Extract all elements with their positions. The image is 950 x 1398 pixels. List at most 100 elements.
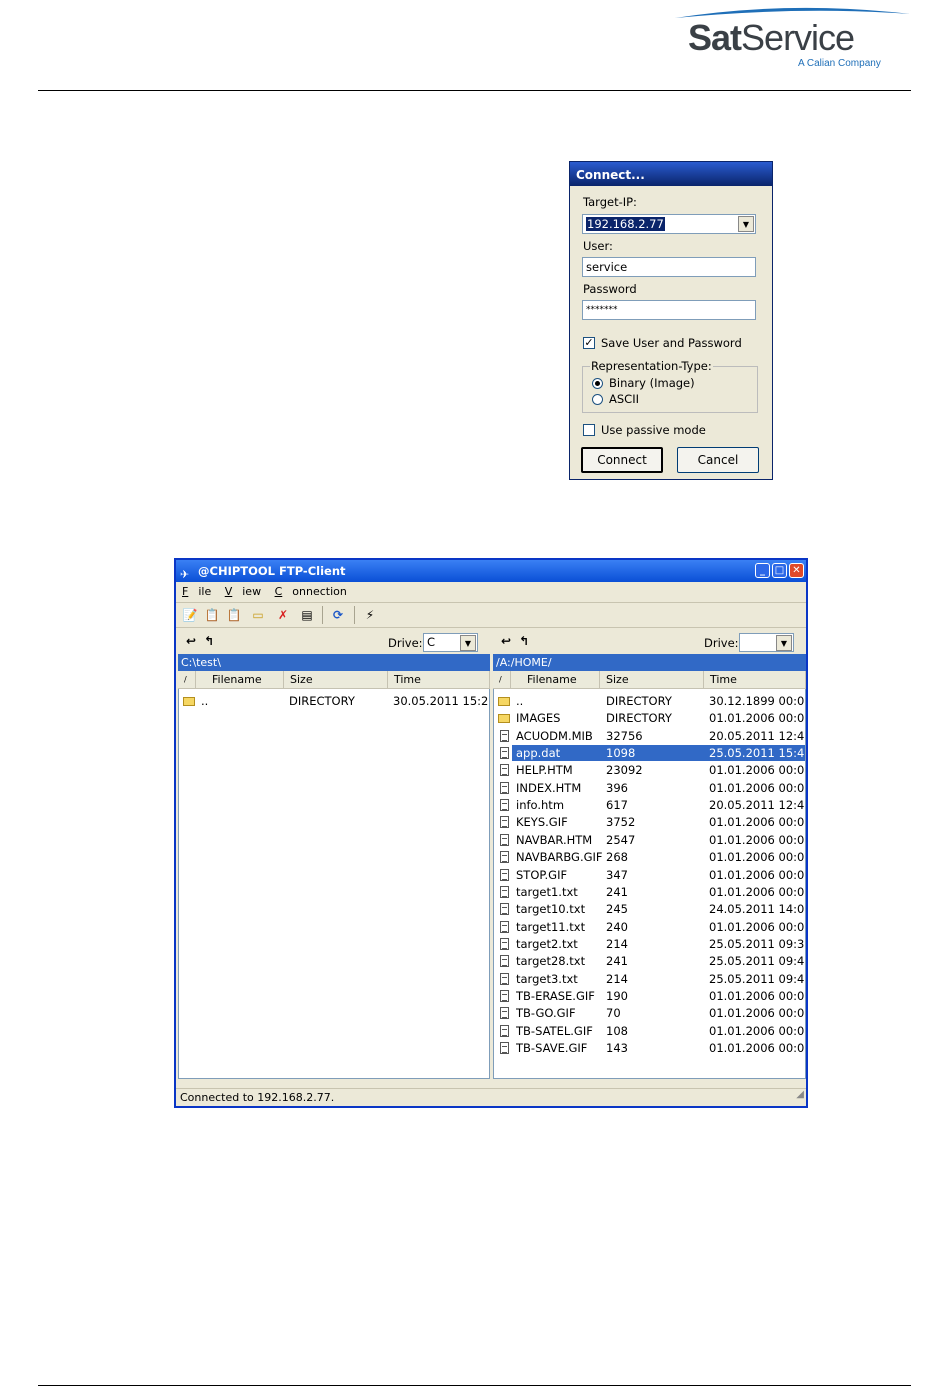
remote-pane: ↩ ↰ Drive: ▼ /A:/HOME/ / Filename Size T… [493,630,806,1088]
file-row[interactable]: HELP.HTM 23092 01.01.2006 00:0... [494,762,805,778]
file-time: 01.01.2006 00:0... [709,815,806,830]
sort-indicator[interactable]: / [178,671,196,688]
file-row[interactable]: app.dat 1098 25.05.2011 15:4... [494,745,805,762]
file-time: 01.01.2006 00:0... [709,919,806,934]
file-icon [500,989,509,1002]
new-file-icon[interactable]: 📝 [182,607,198,623]
file-row[interactable]: ACUODM.MIB 32756 20.05.2011 12:4... [494,728,805,744]
file-icon [500,1024,509,1037]
password-input[interactable]: ******* [582,300,756,320]
passive-mode-checkbox[interactable] [583,424,595,436]
chevron-down-icon[interactable]: ▼ [460,635,476,651]
local-file-list[interactable]: .. DIRECTORY 30.05.2011 15:2... [178,689,490,1079]
file-name: target2.txt [516,936,578,951]
file-row[interactable]: target1.txt 241 01.01.2006 00:0... [494,884,805,900]
disconnect-icon[interactable]: ⚡ [362,607,378,623]
file-size: 245 [606,902,628,917]
save-credentials-checkbox[interactable]: ✓ [583,337,595,349]
menu-file[interactable]: File [182,585,211,598]
close-icon[interactable]: ✕ [789,563,804,578]
target-ip-combobox[interactable]: 192.168.2.77 ▼ [582,214,756,234]
file-row[interactable]: target11.txt 240 01.01.2006 00:0... [494,919,805,935]
back-icon[interactable]: ↩ [186,634,196,648]
file-row[interactable]: STOP.GIF 347 01.01.2006 00:0... [494,867,805,883]
remote-file-list[interactable]: .. DIRECTORY 30.12.1899 00:0... IMAGES DIREC… [493,689,806,1079]
resize-grip-icon[interactable]: ◢ [796,1086,804,1104]
file-row[interactable]: TB-SAVE.GIF 143 01.01.2006 00:0... [494,1040,805,1056]
copy-icon[interactable]: 📋 [204,607,220,623]
column-size[interactable]: Size [600,671,704,688]
minimize-icon[interactable]: _ [755,563,770,578]
file-icon [500,885,509,898]
delete-icon[interactable]: ✗ [275,607,291,623]
toolbar: 📝 📋 📋 ▭ ✗ ▤ ⟳ ⚡ [176,603,806,628]
column-time[interactable]: Time [388,671,490,688]
representation-type-group: Representation-Type: Binary (Image) ASCI… [582,359,758,413]
connect-dialog-title: Connect... [570,162,772,186]
file-time: 01.01.2006 00:0... [709,763,806,778]
file-row[interactable]: target3.txt 214 25.05.2011 09:4... [494,971,805,987]
ascii-radio-label: ASCII [609,392,639,406]
file-row[interactable]: target28.txt 241 25.05.2011 09:4... [494,953,805,969]
remote-drive-select[interactable]: ▼ [739,633,794,652]
file-row[interactable]: TB-SATEL.GIF 108 01.01.2006 00:0... [494,1023,805,1039]
file-name: NAVBAR.HTM [516,832,593,847]
binary-radio[interactable] [592,378,603,389]
window-title-bar[interactable]: ✈ @CHIPTOOL FTP-Client _ □ ✕ [176,560,806,582]
file-time: 30.05.2011 15:2... [393,694,490,708]
file-name: TB-SATEL.GIF [516,1023,593,1038]
column-filename[interactable]: Filename [196,671,284,688]
folder-icon [183,697,195,706]
menu-view[interactable]: View [225,585,261,598]
user-input[interactable]: service [582,257,756,277]
column-filename[interactable]: Filename [511,671,600,688]
new-folder-icon[interactable]: ▭ [250,607,266,623]
menu-connection[interactable]: Connection [275,585,347,598]
file-row[interactable]: target10.txt 245 24.05.2011 14:0... [494,901,805,917]
file-time: 20.05.2011 12:4... [709,798,806,813]
password-label: Password [583,282,637,296]
file-name: TB-SAVE.GIF [516,1041,588,1055]
file-size: 214 [606,971,628,986]
file-icon [500,781,509,794]
file-row[interactable]: INDEX.HTM 396 01.01.2006 00:0... [494,780,805,796]
window-title: @CHIPTOOL FTP-Client [198,564,346,578]
file-row[interactable]: TB-GO.GIF 70 01.01.2006 00:0... [494,1005,805,1021]
maximize-icon[interactable]: □ [772,563,787,578]
refresh-icon[interactable]: ⟳ [330,607,346,623]
file-name: .. [516,694,524,708]
chevron-down-icon[interactable]: ▼ [738,216,754,232]
file-row[interactable]: NAVBAR.HTM 2547 01.01.2006 00:0... [494,832,805,848]
file-row[interactable]: KEYS.GIF 3752 01.01.2006 00:0... [494,814,805,830]
connect-button[interactable]: Connect [581,447,663,473]
remote-path-bar: /A:/HOME/ [493,654,806,671]
ascii-radio[interactable] [592,394,603,405]
file-row[interactable]: TB-ERASE.GIF 190 01.01.2006 00:0... [494,988,805,1004]
file-size: DIRECTORY [606,694,672,708]
file-row[interactable]: .. DIRECTORY 30.05.2011 15:2... [179,693,489,709]
file-row[interactable]: target2.txt 214 25.05.2011 09:3... [494,936,805,952]
column-time[interactable]: Time [704,671,806,688]
logo-tagline: A Calian Company [798,58,881,69]
back-icon[interactable]: ↩ [501,634,511,648]
properties-icon[interactable]: ▤ [299,607,315,623]
file-row[interactable]: IMAGES DIRECTORY 01.01.2006 00:0... [494,710,805,726]
file-row[interactable]: info.htm 617 20.05.2011 12:4... [494,797,805,813]
up-icon[interactable]: ↰ [519,634,529,648]
file-row[interactable]: NAVBARBG.GIF 268 01.01.2006 00:0... [494,849,805,865]
sort-indicator[interactable]: / [493,671,511,688]
paste-icon[interactable]: 📋 [226,607,242,623]
local-drive-select[interactable]: C ▼ [423,633,478,652]
passive-mode-label: Use passive mode [601,423,706,437]
local-drive-label: Drive: [388,636,423,650]
column-size[interactable]: Size [284,671,388,688]
file-row[interactable]: .. DIRECTORY 30.12.1899 00:0... [494,693,805,709]
target-ip-label: Target-IP: [583,195,637,209]
file-icon [500,903,509,916]
up-icon[interactable]: ↰ [204,634,214,648]
cancel-button[interactable]: Cancel [677,447,759,473]
representation-type-title: Representation-Type: [590,359,713,373]
chevron-down-icon[interactable]: ▼ [776,635,792,651]
file-size: 190 [606,988,628,1003]
file-icon [500,972,509,985]
